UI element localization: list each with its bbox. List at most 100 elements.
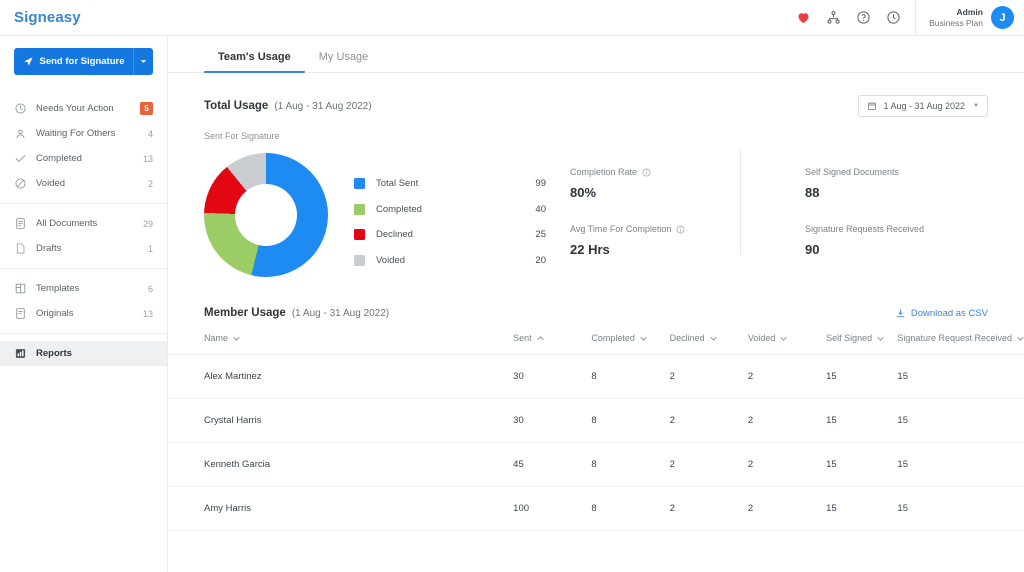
sidebar-item-badge: 5 xyxy=(140,102,153,115)
cell-sent: 100 xyxy=(513,487,591,531)
download-icon xyxy=(895,308,906,319)
sidebar-item-count: 4 xyxy=(148,129,153,139)
kpi-label-text: Signature Requests Received xyxy=(805,224,924,234)
member-usage-title: Member Usage xyxy=(204,307,286,319)
legend-label: Declined xyxy=(376,229,535,240)
cell-self_signed: 15 xyxy=(826,399,897,443)
user-info: Admin Business Plan xyxy=(929,7,983,28)
help-icon[interactable] xyxy=(856,10,871,25)
sidebar-item-needs-your-action[interactable]: Needs Your Action5 xyxy=(0,96,167,121)
check-icon xyxy=(14,152,36,165)
kpi-value: 22 Hrs xyxy=(570,242,741,257)
sidebar-item-label: Needs Your Action xyxy=(36,103,140,114)
cell-name: Kenneth Garcia xyxy=(168,443,513,487)
header-right: Admin Business Plan J xyxy=(796,0,1024,36)
column-header-sent[interactable]: Sent xyxy=(513,333,591,355)
send-for-signature-group: Send for Signature xyxy=(14,48,153,75)
legend-item-voided: Voided20 xyxy=(354,248,546,274)
sidebar-item-voided[interactable]: Voided2 xyxy=(0,171,167,196)
column-header-self-signed[interactable]: Self Signed xyxy=(826,333,897,355)
column-sort-control[interactable]: Self Signed xyxy=(826,333,884,343)
cell-sent: 45 xyxy=(513,443,591,487)
send-options-caret[interactable] xyxy=(133,48,153,75)
sidebar-group-3: Reports xyxy=(0,333,167,366)
sidebar-item-reports[interactable]: Reports xyxy=(0,341,167,366)
legend-swatch-total-sent xyxy=(354,178,365,189)
kpi-label: Completion Rate xyxy=(570,167,741,177)
sidebar-item-waiting-for-others[interactable]: Waiting For Others4 xyxy=(0,121,167,146)
sidebar-group-0: Needs Your Action5Waiting For Others4Com… xyxy=(0,96,167,196)
chevron-down-icon[interactable] xyxy=(1017,335,1024,342)
draft-icon xyxy=(14,242,36,255)
settings-icon[interactable] xyxy=(886,10,901,25)
chevron-down-icon[interactable] xyxy=(233,335,240,342)
sidebar-item-all-documents[interactable]: All Documents29 xyxy=(0,211,167,236)
chevron-down-icon[interactable] xyxy=(710,335,717,342)
cell-sent: 30 xyxy=(513,399,591,443)
info-icon[interactable] xyxy=(676,225,685,234)
table-body: Alex Martinez308221515Crystal Harris3082… xyxy=(168,355,1024,531)
org-chart-icon[interactable] xyxy=(826,10,841,25)
legend-label: Voided xyxy=(376,255,535,266)
table-row[interactable]: Kenneth Garcia458221515 xyxy=(168,443,1024,487)
column-sort-control[interactable]: Name xyxy=(204,333,240,343)
table-row[interactable]: Crystal Harris308221515 xyxy=(168,399,1024,443)
legend-swatch-voided xyxy=(354,255,365,266)
table-row[interactable]: Alex Martinez308221515 xyxy=(168,355,1024,399)
cell-completed: 8 xyxy=(591,355,669,399)
download-csv-label: Download as CSV xyxy=(911,308,988,319)
column-header-signature-request-received[interactable]: Signature Request Received xyxy=(897,333,1024,355)
date-range-picker[interactable]: 1 Aug - 31 Aug 2022 ▼ xyxy=(858,95,988,117)
tab-my-usage[interactable]: My Usage xyxy=(305,51,383,72)
brand-logo[interactable]: Signeasy xyxy=(14,9,81,26)
chart-caption: Sent For Signature xyxy=(168,117,1024,141)
sidebar-item-label: Waiting For Others xyxy=(36,128,148,139)
column-sort-control[interactable]: Sent xyxy=(513,333,544,343)
kpi-value: 88 xyxy=(805,185,924,200)
column-sort-control[interactable]: Voided xyxy=(748,333,788,343)
sidebar-item-count: 1 xyxy=(148,244,153,254)
chevron-down-icon[interactable] xyxy=(877,335,884,342)
kpi-label: Signature Requests Received xyxy=(805,224,924,234)
user-role: Admin xyxy=(929,7,983,18)
usage-tabs: Team's Usage My Usage xyxy=(168,36,1024,73)
chevron-up-icon[interactable] xyxy=(537,335,544,342)
column-header-declined[interactable]: Declined xyxy=(670,333,748,355)
download-csv-button[interactable]: Download as CSV xyxy=(895,308,988,319)
column-sort-control[interactable]: Signature Request Received xyxy=(897,333,1024,343)
column-header-label: Sent xyxy=(513,333,532,343)
sidebar-item-completed[interactable]: Completed13 xyxy=(0,146,167,171)
sidebar-item-count: 13 xyxy=(143,309,153,319)
sidebar-item-count: 29 xyxy=(143,219,153,229)
column-header-name[interactable]: Name xyxy=(168,333,513,355)
user-menu[interactable]: Admin Business Plan J xyxy=(916,6,1024,29)
sidebar-item-originals[interactable]: Originals13 xyxy=(0,301,167,326)
legend-value: 40 xyxy=(535,204,546,215)
cell-declined: 2 xyxy=(670,443,748,487)
sidebar-item-templates[interactable]: Templates6 xyxy=(0,276,167,301)
column-sort-control[interactable]: Declined xyxy=(670,333,717,343)
sidebar-item-label: All Documents xyxy=(36,218,143,229)
kpi-label: Self Signed Documents xyxy=(805,167,924,177)
person-wait-icon xyxy=(14,127,36,140)
chevron-down-icon[interactable] xyxy=(640,335,647,342)
legend-label: Total Sent xyxy=(376,178,535,189)
heart-icon[interactable] xyxy=(796,10,811,25)
table-row[interactable]: Amy Harris1008221515 xyxy=(168,487,1024,531)
legend-item-declined: Declined25 xyxy=(354,222,546,248)
column-header-voided[interactable]: Voided xyxy=(748,333,826,355)
kpi-self-signed-documents: Self Signed Documents 88 xyxy=(805,167,924,200)
avatar[interactable]: J xyxy=(991,6,1014,29)
chevron-down-icon[interactable] xyxy=(780,335,787,342)
member-usage-table: Name Sent Completed Declined Voided Self Sign… xyxy=(168,333,1024,531)
sidebar-group-1: All Documents29Drafts1 xyxy=(0,203,167,261)
sidebar-item-drafts[interactable]: Drafts1 xyxy=(0,236,167,261)
tab-teams-usage[interactable]: Team's Usage xyxy=(204,51,305,72)
legend-label: Completed xyxy=(376,204,535,215)
info-icon[interactable] xyxy=(642,168,651,177)
sidebar-nav: Needs Your Action5Waiting For Others4Com… xyxy=(0,96,167,366)
column-header-completed[interactable]: Completed xyxy=(591,333,669,355)
column-sort-control[interactable]: Completed xyxy=(591,333,647,343)
send-for-signature-button[interactable]: Send for Signature xyxy=(14,48,133,75)
sidebar-item-count: 13 xyxy=(143,154,153,164)
